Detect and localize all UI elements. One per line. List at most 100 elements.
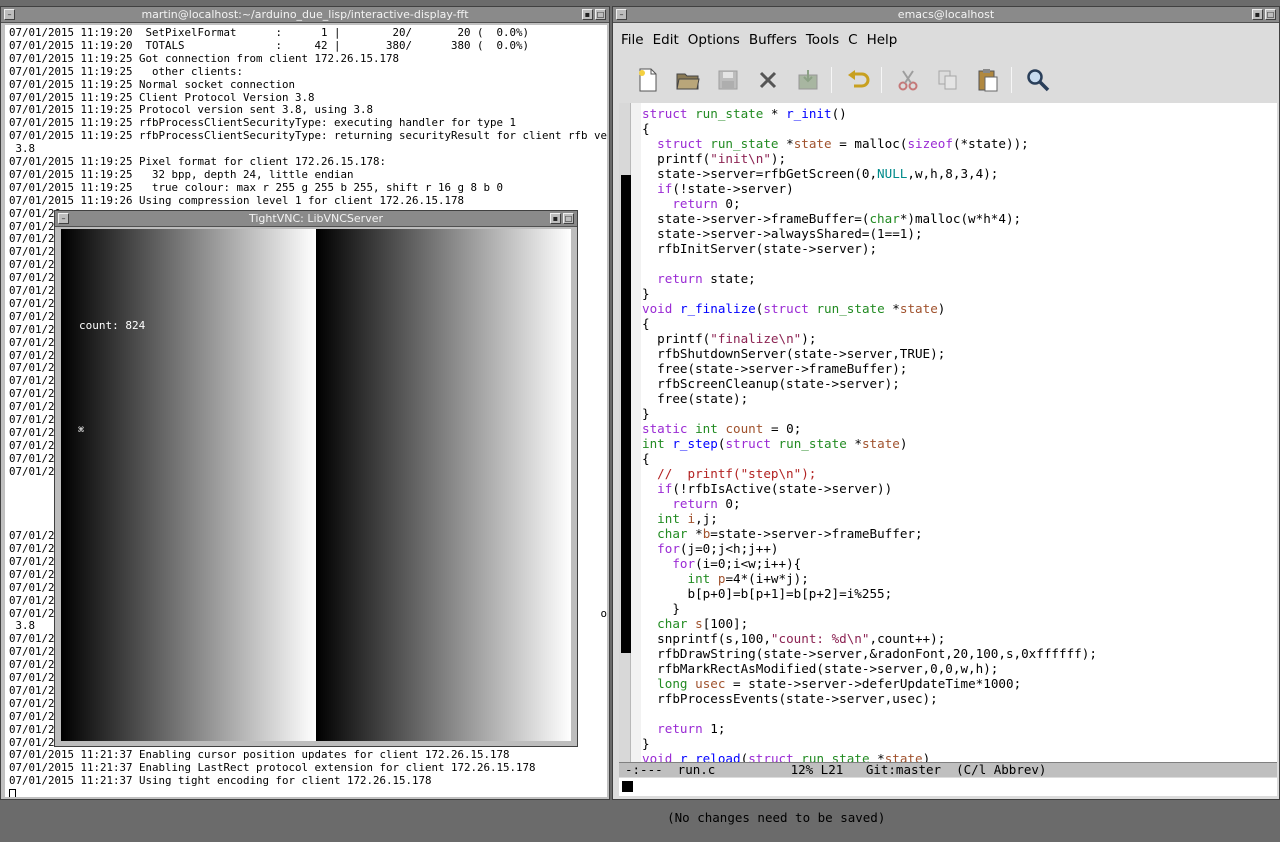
terminal-line: 07/01/2015 11:19:25 32 bpp, depth 24, li… — [9, 167, 354, 181]
terminal-line: 07/01/2015 11:19:25 Pixel format for cli… — [9, 155, 387, 168]
left-fringe — [631, 103, 641, 766]
toolbar-separator — [831, 67, 832, 93]
terminal-line: 07/01/2015 11:19:26 Using compression le… — [9, 193, 465, 207]
code-line[interactable]: printf("finalize\n"); — [642, 331, 816, 346]
terminal-line: 07/01/2015 11:19:20 TOTALS : 42 | 380/ 3… — [9, 38, 530, 52]
code-line[interactable]: struct run_state * r_init() — [642, 106, 847, 121]
code-line[interactable]: state->server=rfbGetScreen(0,NULL,w,h,8,… — [642, 166, 998, 181]
code-line[interactable]: return state; — [642, 271, 756, 286]
code-line[interactable]: state->server->frameBuffer=(char*)malloc… — [642, 211, 1021, 226]
code-line[interactable]: rfbProcessEvents(state->server,usec); — [642, 691, 938, 706]
minibuffer-cursor — [622, 781, 633, 792]
terminal-titlebar[interactable]: – martin@localhost:~/arduino_due_lisp/in… — [1, 7, 609, 23]
minimize-icon[interactable]: ▪ — [550, 213, 561, 224]
code-line[interactable]: int i,j; — [642, 511, 718, 526]
minimize-icon[interactable]: ▪ — [1252, 9, 1263, 20]
code-line[interactable]: return 0; — [642, 496, 740, 511]
scrollbar-thumb[interactable] — [621, 175, 631, 653]
menu-options[interactable]: Options — [688, 32, 740, 48]
code-line[interactable]: free(state->server->frameBuffer); — [642, 361, 907, 376]
code-line[interactable]: return 0; — [642, 196, 740, 211]
code-line[interactable]: int p=4*(i+w*j); — [642, 571, 809, 586]
code-editor[interactable]: struct run_state * r_init(){ struct run_… — [641, 103, 1277, 766]
code-line[interactable]: { — [642, 121, 650, 136]
vnc-title: TightVNC: LibVNCServer — [248, 212, 383, 225]
toolbar-separator — [1011, 67, 1012, 93]
menu-edit[interactable]: Edit — [653, 32, 679, 48]
close-icon[interactable] — [753, 65, 783, 95]
code-line[interactable]: rfbInitServer(state->server); — [642, 241, 877, 256]
undo-icon[interactable] — [843, 65, 873, 95]
window-menu-icon[interactable]: – — [4, 9, 15, 20]
mode-line[interactable]: -:--- run.c 12% L21 Git:master (C/l Abbr… — [619, 762, 1277, 777]
code-line[interactable]: } — [642, 736, 650, 751]
code-line[interactable]: void r_finalize(struct run_state *state) — [642, 301, 945, 316]
code-line[interactable]: return 1; — [642, 721, 725, 736]
code-line[interactable]: int r_step(struct run_state *state) — [642, 436, 907, 451]
code-line[interactable]: } — [642, 406, 650, 421]
code-line[interactable]: rfbDrawString(state->server,&radonFont,2… — [642, 646, 1097, 661]
save-as-icon[interactable] — [793, 65, 823, 95]
cut-icon[interactable] — [893, 65, 923, 95]
code-line[interactable]: { — [642, 451, 650, 466]
code-line[interactable]: struct run_state *state = malloc(sizeof(… — [642, 136, 1029, 151]
terminal-line: 07/01/2015 11:19:25 other clients: — [9, 64, 244, 78]
maximize-icon[interactable]: □ — [595, 9, 606, 20]
maximize-icon[interactable]: □ — [563, 213, 574, 224]
vnc-titlebar[interactable]: – TightVNC: LibVNCServer ▪ □ — [55, 211, 577, 227]
menu-tools[interactable]: Tools — [806, 32, 839, 48]
vnc-viewer-window[interactable]: – TightVNC: LibVNCServer ▪ □ count: 824 … — [54, 210, 578, 747]
emacs-titlebar[interactable]: – emacs@localhost ▪ □ — [613, 7, 1279, 23]
code-line[interactable]: { — [642, 316, 650, 331]
count-label: count: 824 — [79, 319, 146, 332]
window-menu-icon[interactable]: – — [58, 213, 69, 224]
code-line[interactable]: for(j=0;j<h;j++) — [642, 541, 778, 556]
menu-file[interactable]: File — [621, 32, 644, 48]
vertical-scrollbar[interactable] — [619, 103, 631, 766]
code-line[interactable]: static int count = 0; — [642, 421, 801, 436]
terminal-title: martin@localhost:~/arduino_due_lisp/inte… — [141, 8, 469, 21]
code-line[interactable]: char s[100]; — [642, 616, 748, 631]
code-line[interactable]: b[p+0]=b[p+1]=b[p+2]=i%255; — [642, 586, 892, 601]
code-line[interactable]: long usec = state->server->deferUpdateTi… — [642, 676, 1021, 691]
save-icon[interactable] — [713, 65, 743, 95]
open-folder-icon[interactable] — [673, 65, 703, 95]
menu-bar: File Edit Options Buffers Tools C Help — [621, 27, 906, 53]
toolbar — [625, 59, 1275, 99]
terminal-line: 07/01/2015 11:19:25 Got connection from … — [9, 51, 400, 65]
vnc-framebuffer[interactable]: count: 824 ⌘ — [61, 229, 571, 741]
code-line[interactable]: } — [642, 601, 680, 616]
code-line[interactable]: free(state); — [642, 391, 748, 406]
code-line[interactable]: // printf("step\n"); — [642, 466, 816, 481]
code-line[interactable]: if(!rfbIsActive(state->server)) — [642, 481, 892, 496]
terminal-line: 07/01/2015 11:19:25 rfbProcessClientSecu… — [9, 129, 607, 143]
menu-c[interactable]: C — [848, 32, 857, 48]
terminal-line: 07/01/2015 11:19:25 true colour: max r 2… — [9, 180, 504, 194]
echo-area[interactable]: (No changes need to be saved) — [619, 778, 1277, 825]
code-line[interactable]: rfbScreenCleanup(state->server); — [642, 376, 900, 391]
gradient-band-1 — [61, 229, 316, 741]
code-line[interactable]: char *b=state->server->frameBuffer; — [642, 526, 922, 541]
code-line[interactable]: } — [642, 286, 650, 301]
code-line[interactable]: printf("init\n"); — [642, 151, 786, 166]
emacs-title: emacs@localhost — [897, 8, 995, 21]
menu-buffers[interactable]: Buffers — [749, 32, 797, 48]
code-line[interactable]: for(i=0;i<w;i++){ — [642, 556, 801, 571]
menu-help[interactable]: Help — [867, 32, 898, 48]
emacs-window[interactable]: – emacs@localhost ▪ □ File Edit Options … — [612, 6, 1280, 825]
code-line[interactable]: state->server->alwaysShared=(1==1); — [642, 226, 922, 241]
code-line[interactable]: rfbMarkRectAsModified(state->server,0,0,… — [642, 661, 998, 676]
gradient-band-2 — [316, 229, 571, 741]
copy-icon[interactable] — [933, 65, 963, 95]
code-line[interactable]: if(!state->server) — [642, 181, 794, 196]
minimize-icon[interactable]: ▪ — [582, 9, 593, 20]
window-menu-icon[interactable]: – — [616, 9, 627, 20]
paste-icon[interactable] — [973, 65, 1003, 95]
search-icon[interactable] — [1023, 65, 1053, 95]
code-line[interactable]: rfbShutdownServer(state->server,TRUE); — [642, 346, 945, 361]
maximize-icon[interactable]: □ — [1265, 9, 1276, 20]
new-file-icon[interactable] — [633, 65, 663, 95]
code-line[interactable]: snprintf(s,100,"count: %d\n",count++); — [642, 631, 945, 646]
terminal-line: 07/01/2015 11:19:25 Normal socket connec… — [9, 77, 296, 91]
terminal-line: 07/01/2015 11:21:37 Using tight encoding… — [9, 774, 432, 788]
